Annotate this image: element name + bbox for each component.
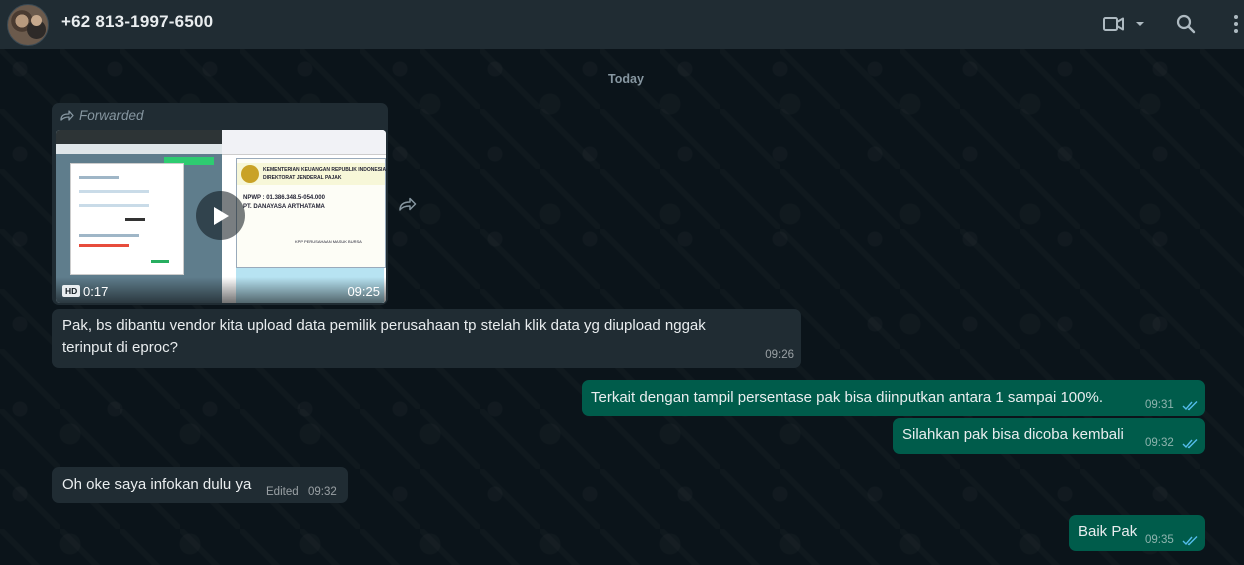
search-button[interactable] xyxy=(1174,12,1198,36)
hd-badge: HD xyxy=(62,285,81,297)
play-icon xyxy=(213,206,229,225)
play-button[interactable] xyxy=(196,191,245,240)
read-receipt-icon xyxy=(1182,401,1198,411)
outgoing-message[interactable]: Silahkan pak bisa dicoba kembali 09:32 xyxy=(893,418,1205,454)
contact-name[interactable]: +62 813-1997-6500 xyxy=(61,12,213,32)
edited-label: Edited xyxy=(266,486,299,498)
read-receipt-icon xyxy=(1182,439,1198,449)
video-call-button[interactable] xyxy=(1103,12,1147,36)
message-text: Oh oke saya infokan dulu ya xyxy=(62,476,252,493)
forward-button[interactable] xyxy=(397,195,419,213)
outgoing-message[interactable]: Baik Pak 09:35 xyxy=(1069,515,1205,551)
chat-header: +62 813-1997-6500 xyxy=(0,0,1244,49)
message-time: 09:25 xyxy=(347,284,380,299)
forwarded-text: Forwarded xyxy=(79,108,144,123)
outgoing-message[interactable]: Terkait dengan tampil persentase pak bis… xyxy=(582,380,1205,416)
incoming-message[interactable]: Pak, bs dibantu vendor kita upload data … xyxy=(52,309,801,368)
contact-avatar[interactable] xyxy=(7,4,49,46)
forward-icon xyxy=(399,197,417,211)
message-time: 09:32 xyxy=(308,486,337,498)
message-text-continued: terinput di eproc? xyxy=(62,339,178,356)
message-text: Baik Pak xyxy=(1078,523,1138,540)
message-text: Terkait dengan tampil persentase pak bis… xyxy=(591,389,1103,406)
chat-pane[interactable]: Today Forwarded KEMENTERIAN KEUANGAN REP… xyxy=(0,49,1244,565)
forwarded-label: Forwarded xyxy=(60,108,144,123)
forwarded-icon xyxy=(60,110,74,121)
incoming-message[interactable]: Oh oke saya infokan dulu ya Edited 09:32 xyxy=(52,467,348,503)
date-divider: Today xyxy=(608,72,644,86)
video-call-icon xyxy=(1103,17,1124,31)
message-text: Pak, bs dibantu vendor kita upload data … xyxy=(62,317,706,334)
message-time: 09:31 xyxy=(1145,399,1174,411)
message-time: 09:26 xyxy=(765,349,794,361)
video-thumbnail[interactable]: KEMENTERIAN KEUANGAN REPUBLIK INDONESIA … xyxy=(56,130,386,303)
search-icon xyxy=(1176,14,1196,34)
chevron-down-icon xyxy=(1136,22,1144,26)
message-time: 09:35 xyxy=(1145,534,1174,546)
menu-dots-icon xyxy=(1234,15,1238,33)
read-receipt-icon xyxy=(1182,536,1198,546)
forwarded-video-message[interactable]: Forwarded KEMENTERIAN KEUANGAN REPUBLIK … xyxy=(52,103,388,305)
menu-button[interactable] xyxy=(1226,12,1244,36)
message-text: Silahkan pak bisa dicoba kembali xyxy=(902,426,1124,443)
message-time: 09:32 xyxy=(1145,437,1174,449)
video-duration: 0:17 xyxy=(83,284,109,299)
